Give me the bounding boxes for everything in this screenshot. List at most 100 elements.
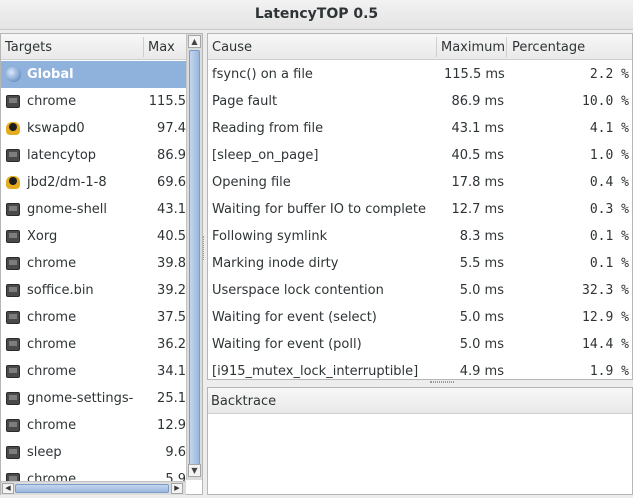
cause-name: Following symlink — [212, 229, 328, 244]
target-row[interactable]: Xorg 40.5 — [1, 223, 186, 250]
target-name: gnome-shell — [27, 202, 108, 217]
target-name: soffice.bin — [27, 283, 94, 298]
cause-percentage: 12.9 % — [582, 310, 629, 325]
cause-name: [i915_mutex_lock_interruptible] — [212, 364, 419, 379]
cause-percentage: 0.1 % — [589, 256, 629, 271]
horizontal-scroll-thumb[interactable] — [15, 484, 169, 493]
target-row[interactable]: gnome-settings- 25.1 — [1, 385, 186, 412]
target-row[interactable]: chrome 34.1 — [1, 358, 186, 385]
terminal-icon — [6, 419, 20, 432]
target-max: 115.5 — [148, 94, 186, 109]
target-row[interactable]: latencytop 86.9 — [1, 142, 186, 169]
target-row[interactable]: kswapd0 97.4 — [1, 115, 186, 142]
cause-row[interactable]: Marking inode dirty 5.5 ms 0.1 % — [208, 250, 632, 277]
target-row[interactable]: chrome 115.5 — [1, 88, 186, 115]
cause-percentage: 0.1 % — [589, 229, 629, 244]
penguin-icon — [6, 176, 20, 189]
cause-row[interactable]: Following symlink 8.3 ms 0.1 % — [208, 223, 632, 250]
scroll-right-arrow-icon[interactable]: ▶ — [171, 483, 183, 494]
cause-percentage: 2.2 % — [589, 67, 629, 82]
column-header-backtrace[interactable]: Backtrace — [211, 394, 276, 409]
target-row[interactable]: chrome 39.8 — [1, 250, 186, 277]
globe-icon — [6, 67, 21, 82]
target-row[interactable]: chrome 12.9 — [1, 412, 186, 439]
scroll-up-arrow-icon[interactable]: ▲ — [188, 35, 201, 48]
terminal-icon — [6, 365, 20, 378]
cause-maximum: 5.5 ms — [459, 256, 504, 271]
target-max: 97.4 — [157, 121, 186, 136]
column-header-maximum[interactable]: Maximum — [441, 40, 505, 55]
target-name: sleep — [27, 445, 62, 460]
cause-row[interactable]: Waiting for event (select) 5.0 ms 12.9 % — [208, 304, 632, 331]
target-name: chrome — [27, 256, 77, 271]
cause-row[interactable]: Page fault 86.9 ms 10.0 % — [208, 88, 632, 115]
splitter-grip[interactable] — [430, 381, 454, 383]
vertical-scroll-thumb[interactable] — [189, 50, 200, 468]
cause-maximum: 40.5 ms — [451, 148, 504, 163]
terminal-icon — [6, 311, 20, 324]
terminal-icon — [6, 257, 20, 270]
column-header-percentage[interactable]: Percentage — [512, 40, 585, 55]
cause-percentage: 4.1 % — [589, 121, 629, 136]
target-max: 9.6 — [165, 445, 186, 460]
cause-percentage: 0.4 % — [589, 175, 629, 190]
target-row[interactable]: sleep 9.6 — [1, 439, 186, 466]
cause-row[interactable]: [sleep_on_page] 40.5 ms 1.0 % — [208, 142, 632, 169]
target-row[interactable]: chrome 36.2 — [1, 331, 186, 358]
target-max: 34.1 — [157, 364, 186, 379]
pane-resize-handle[interactable] — [203, 236, 206, 260]
target-max: 39.2 — [157, 283, 186, 298]
terminal-icon — [6, 230, 20, 243]
cause-maximum: 8.3 ms — [459, 229, 504, 244]
causes-table[interactable]: Cause Maximum Percentage fsync() on a fi… — [207, 33, 633, 380]
targets-vertical-scrollbar[interactable]: ▲ ▼ — [186, 34, 202, 480]
column-separator — [143, 37, 144, 57]
column-header-targets[interactable]: Targets — [5, 40, 52, 55]
column-header-cause[interactable]: Cause — [212, 40, 252, 55]
target-row[interactable]: gnome-shell 43.1 — [1, 196, 186, 223]
backtrace-panel[interactable]: Backtrace — [207, 387, 633, 495]
target-row[interactable]: jbd2/dm-1-8 69.6 — [1, 169, 186, 196]
cause-row[interactable]: Waiting for buffer IO to complete 12.7 ms… — [208, 196, 632, 223]
cause-name: fsync() on a file — [212, 67, 313, 82]
target-name: chrome — [27, 472, 77, 481]
cause-row[interactable]: Waiting for event (poll) 5.0 ms 14.4 % — [208, 331, 632, 358]
cause-row[interactable]: Userspace lock contention 5.0 ms 32.3 % — [208, 277, 632, 304]
terminal-icon — [6, 473, 20, 481]
target-name: chrome — [27, 337, 77, 352]
cause-row[interactable]: fsync() on a file 115.5 ms 2.2 % — [208, 61, 632, 88]
cause-maximum: 17.8 ms — [451, 175, 504, 190]
cause-name: Opening file — [212, 175, 291, 190]
cause-row[interactable]: [i915_mutex_lock_interruptible] 4.9 ms 1.9… — [208, 358, 632, 379]
column-separator — [436, 37, 437, 57]
targets-horizontal-scrollbar[interactable]: ◀ ▶ — [1, 481, 186, 495]
window-title: LatencyTOP 0.5 — [0, 0, 633, 30]
cause-maximum: 86.9 ms — [451, 94, 504, 109]
target-name: latencytop — [27, 148, 97, 163]
target-row[interactable]: soffice.bin 39.2 — [1, 277, 186, 304]
scroll-down-arrow-icon[interactable]: ▼ — [188, 464, 201, 477]
target-name: jbd2/dm-1-8 — [27, 175, 107, 190]
targets-list[interactable]: Targets Max Global chrome 115.5 kswapd0 97.4… — [0, 33, 203, 495]
target-name: chrome — [27, 418, 77, 433]
target-name: kswapd0 — [27, 121, 85, 136]
cause-name: Waiting for event (poll) — [212, 337, 362, 352]
column-header-max[interactable]: Max — [148, 40, 175, 55]
cause-row[interactable]: Opening file 17.8 ms 0.4 % — [208, 169, 632, 196]
terminal-icon — [6, 203, 20, 216]
cause-percentage: 10.0 % — [582, 94, 629, 109]
target-max: 69.6 — [157, 175, 186, 190]
terminal-icon — [6, 149, 20, 162]
target-row[interactable]: Global — [1, 61, 186, 88]
target-row[interactable]: chrome 37.5 — [1, 304, 186, 331]
target-max: 37.5 — [157, 310, 186, 325]
cause-percentage: 0.3 % — [589, 202, 629, 217]
target-row[interactable]: chrome 5.9 — [1, 466, 186, 481]
cause-name: Marking inode dirty — [212, 256, 339, 271]
target-max: 12.9 — [157, 418, 186, 433]
cause-row[interactable]: Reading from file 43.1 ms 4.1 % — [208, 115, 632, 142]
target-max: 5.9 — [165, 472, 186, 481]
cause-percentage: 32.3 % — [582, 283, 629, 298]
cause-percentage: 14.4 % — [582, 337, 629, 352]
scroll-left-arrow-icon[interactable]: ◀ — [2, 483, 14, 494]
